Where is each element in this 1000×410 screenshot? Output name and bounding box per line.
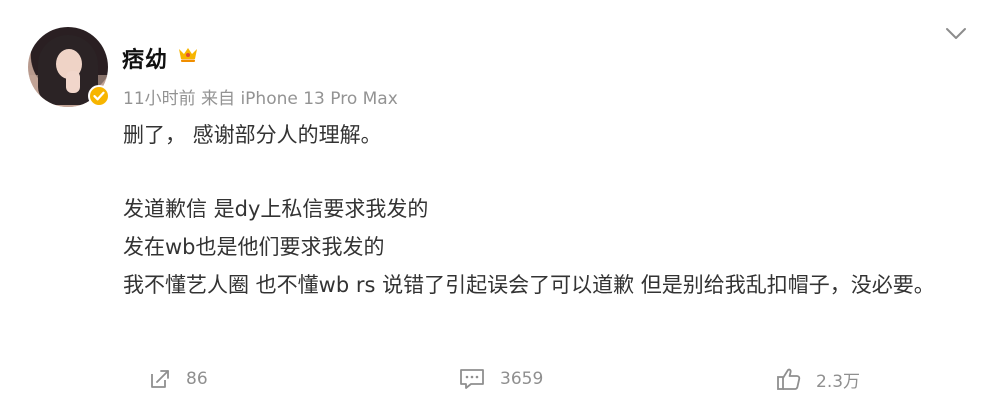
comment-button[interactable]: 3659 xyxy=(458,364,543,394)
vip-crown-icon[interactable] xyxy=(176,45,200,63)
post-line-1: 删了， 感谢部分人的理解。 xyxy=(123,123,382,147)
thumbs-up-icon xyxy=(777,368,801,390)
comment-count: 3659 xyxy=(500,369,544,389)
chevron-down-icon[interactable] xyxy=(944,25,968,43)
comment-icon xyxy=(460,369,484,389)
verified-check-icon xyxy=(93,91,105,101)
post-meta: 11小时前 来自 iPhone 13 Pro Max xyxy=(123,89,398,109)
post-line-4: 我不懂艺人圈 也不懂wb rs 说错了引起误会了可以道歉 但是别给我乱扣帽子，没… xyxy=(123,273,935,297)
avatar-container[interactable] xyxy=(28,27,110,107)
post-line-2: 发道歉信 是dy上私信要求我发的 xyxy=(123,197,429,221)
username[interactable]: 痞幼 xyxy=(122,42,168,74)
avatar-hand xyxy=(66,71,80,93)
verified-badge-icon xyxy=(88,85,110,107)
post-line-3: 发在wb也是他们要求我发的 xyxy=(123,235,385,259)
share-icon xyxy=(151,370,169,388)
share-count: 86 xyxy=(186,369,208,389)
like-button[interactable]: 2.3万 xyxy=(776,364,860,394)
share-button[interactable]: 86 xyxy=(148,364,208,394)
like-count: 2.3万 xyxy=(816,371,861,392)
post-content: 删了， 感谢部分人的理解。 发道歉信 是dy上私信要求我发的 发在wb也是他们要… xyxy=(123,116,983,304)
weibo-post-card: 痞幼 11小时前 来自 iPhone 13 Pro Max 删了， 感谢部分人的… xyxy=(0,0,1000,410)
